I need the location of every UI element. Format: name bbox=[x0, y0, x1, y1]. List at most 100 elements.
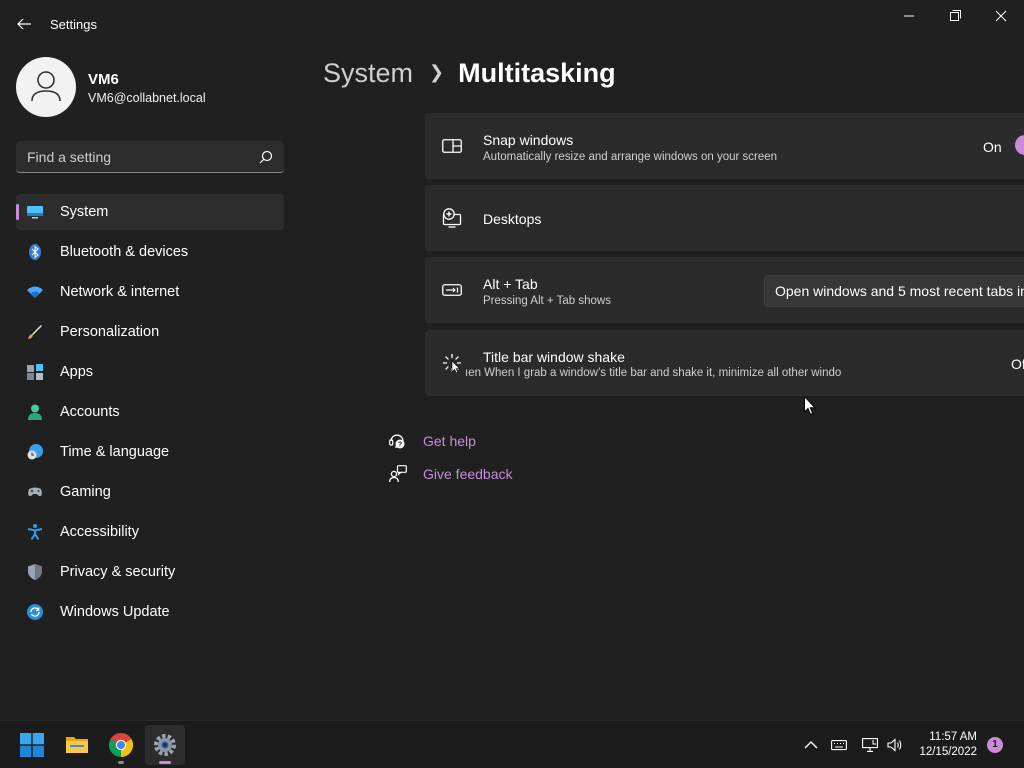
sidebar-item-label: Apps bbox=[60, 364, 94, 380]
network-icon[interactable] bbox=[862, 738, 878, 752]
desktops-icon bbox=[442, 208, 462, 228]
sidebar-item-label: Privacy & security bbox=[60, 564, 176, 580]
clock-date: 12/15/2022 bbox=[919, 746, 977, 758]
mouse-pointer-icon bbox=[804, 396, 816, 416]
snap-windows-card[interactable]: Snap windows Automatically resize and ar… bbox=[425, 113, 1024, 179]
monitor-icon bbox=[27, 206, 43, 219]
file-explorer-button[interactable] bbox=[57, 725, 97, 765]
help-icon: ? bbox=[389, 434, 405, 449]
app-title: Settings bbox=[50, 17, 97, 32]
sidebar-item-label: Windows Update bbox=[60, 604, 170, 620]
sidebar-item-accessibility[interactable]: Accessibility bbox=[16, 514, 284, 550]
windows-logo-icon bbox=[20, 733, 44, 757]
alt-tab-description: Pressing Alt + Tab shows bbox=[483, 295, 611, 307]
alt-tab-icon bbox=[442, 284, 462, 296]
desktops-title: Desktops bbox=[483, 211, 542, 227]
sidebar-item-label: Accessibility bbox=[60, 524, 139, 540]
sidebar-item-label: Accounts bbox=[60, 404, 120, 420]
update-icon bbox=[27, 604, 43, 620]
breadcrumb: System ❯ Multitasking bbox=[323, 58, 616, 89]
title-bar: Settings bbox=[0, 0, 1024, 48]
start-button[interactable] bbox=[12, 725, 52, 765]
give-feedback-label: Give feedback bbox=[423, 466, 513, 482]
minimize-button[interactable] bbox=[896, 8, 922, 24]
alt-tab-selected-value: Open windows and 5 most recent tabs in bbox=[775, 283, 1024, 299]
close-icon bbox=[995, 10, 1007, 22]
gamepad-icon bbox=[28, 487, 42, 496]
notification-badge[interactable]: 1 bbox=[987, 737, 1003, 753]
wifi-icon bbox=[27, 286, 43, 298]
restore-icon bbox=[950, 10, 961, 21]
sidebar-item-system[interactable]: System bbox=[16, 194, 284, 230]
taskbar: 11:57 AM 12/15/2022 1 bbox=[0, 720, 1024, 768]
get-help-label: Get help bbox=[423, 433, 476, 449]
sidebar-item-gaming[interactable]: Gaming bbox=[16, 474, 284, 510]
settings-app-button[interactable] bbox=[145, 725, 185, 765]
arrow-left-icon bbox=[17, 18, 31, 30]
user-email: VM6@collabnet.local bbox=[88, 91, 206, 105]
search-input[interactable]: Find a setting bbox=[16, 141, 284, 173]
feedback-icon bbox=[389, 465, 407, 483]
system-clock[interactable]: 11:57 AM 12/15/2022 bbox=[905, 730, 977, 760]
search-icon bbox=[259, 150, 273, 164]
search-placeholder: Find a setting bbox=[27, 149, 112, 165]
minimize-icon bbox=[904, 15, 914, 17]
svg-text:?: ? bbox=[398, 442, 402, 449]
person-icon bbox=[31, 71, 61, 102]
sidebar-item-personalization[interactable]: Personalization bbox=[16, 314, 284, 350]
bluetooth-icon bbox=[29, 244, 41, 260]
chrome-icon bbox=[109, 733, 133, 757]
alt-tab-card: Alt + Tab Pressing Alt + Tab shows Open … bbox=[425, 257, 1024, 323]
active-app-indicator bbox=[159, 761, 171, 764]
breadcrumb-parent[interactable]: System bbox=[323, 58, 413, 88]
snap-toggle[interactable] bbox=[1015, 135, 1024, 155]
user-name: VM6 bbox=[88, 71, 119, 88]
running-indicator bbox=[118, 761, 124, 764]
apps-icon bbox=[27, 364, 43, 380]
chevron-right-icon: ❯ bbox=[429, 62, 445, 82]
alt-tab-title: Alt + Tab bbox=[483, 276, 538, 292]
sidebar-item-apps[interactable]: Apps bbox=[16, 354, 284, 390]
snap-layout-icon bbox=[442, 139, 462, 153]
alt-tab-dropdown[interactable]: Open windows and 5 most recent tabs in bbox=[764, 275, 1024, 307]
person-icon bbox=[28, 404, 42, 420]
accessibility-icon bbox=[27, 524, 43, 540]
back-button[interactable] bbox=[12, 12, 36, 36]
window-shake-card[interactable]: Title bar window shake ıen When I grab a… bbox=[425, 330, 1024, 396]
snap-windows-title: Snap windows bbox=[483, 132, 574, 148]
gear-icon bbox=[154, 734, 176, 756]
globe-clock-icon bbox=[27, 444, 43, 460]
page-title: Multitasking bbox=[458, 58, 616, 88]
sidebar-item-label: Time & language bbox=[60, 444, 170, 460]
avatar bbox=[16, 57, 76, 117]
sidebar-item-windows-update[interactable]: Windows Update bbox=[16, 594, 284, 630]
shake-icon bbox=[443, 354, 461, 373]
desktops-card[interactable]: Desktops bbox=[425, 185, 1024, 251]
chrome-button[interactable] bbox=[101, 725, 141, 765]
snap-toggle-state: On bbox=[983, 139, 1002, 155]
sidebar-item-label: Gaming bbox=[60, 484, 111, 500]
snap-windows-description: Automatically resize and arrange windows… bbox=[483, 151, 778, 163]
brush-icon bbox=[28, 325, 42, 339]
shake-toggle-state: Of bbox=[1011, 356, 1024, 372]
sidebar-item-label: Network & internet bbox=[60, 284, 180, 300]
sidebar-item-accounts[interactable]: Accounts bbox=[16, 394, 284, 430]
active-indicator bbox=[16, 204, 19, 220]
keyboard-icon[interactable] bbox=[831, 738, 847, 752]
chevron-up-icon[interactable] bbox=[803, 738, 819, 752]
sidebar-item-bluetooth[interactable]: Bluetooth & devices bbox=[16, 234, 284, 270]
window-shake-title: Title bar window shake bbox=[483, 349, 625, 365]
window-shake-description: ıen When I grab a window’s title bar and… bbox=[465, 367, 842, 379]
clock-time: 11:57 AM bbox=[929, 731, 977, 743]
sidebar-item-label: System bbox=[60, 204, 109, 220]
folder-icon bbox=[66, 737, 88, 753]
sidebar-item-network[interactable]: Network & internet bbox=[16, 274, 284, 310]
shield-icon bbox=[28, 564, 42, 580]
sidebar-item-privacy-security[interactable]: Privacy & security bbox=[16, 554, 284, 590]
sidebar-item-label: Personalization bbox=[60, 324, 160, 340]
sidebar-item-time-language[interactable]: Time & language bbox=[16, 434, 284, 470]
volume-icon[interactable] bbox=[887, 738, 903, 752]
close-button[interactable] bbox=[988, 8, 1014, 24]
sidebar-item-label: Bluetooth & devices bbox=[60, 244, 189, 260]
restore-button[interactable] bbox=[942, 8, 968, 24]
